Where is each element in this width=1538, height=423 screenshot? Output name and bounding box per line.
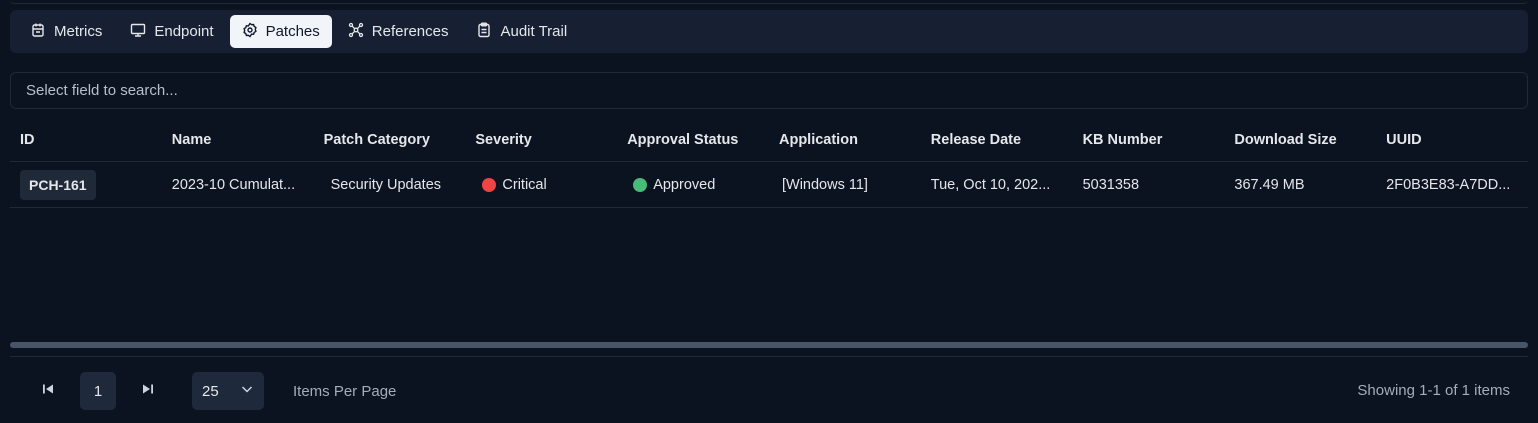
application-label: [Windows 11] <box>781 176 868 193</box>
chevron-down-icon <box>240 382 254 400</box>
column-header-patch-category[interactable]: Patch Category <box>314 132 466 148</box>
clipboard-calendar-icon <box>30 22 46 42</box>
cell-release-date: Tue, Oct 10, 202... <box>921 177 1073 193</box>
tab-metrics[interactable]: Metrics <box>18 15 114 48</box>
page-number-button[interactable]: 1 <box>80 372 116 410</box>
tab-references[interactable]: References <box>336 15 461 48</box>
showing-count: Showing 1-1 of 1 items <box>1357 382 1510 399</box>
cell-kb-number: 5031358 <box>1073 177 1225 193</box>
clipboard-list-icon <box>476 22 492 42</box>
badge-gear-icon <box>242 21 258 42</box>
column-header-uuid[interactable]: UUID <box>1376 132 1528 148</box>
items-per-page-label: Items Per Page <box>293 382 397 400</box>
last-page-button[interactable] <box>130 372 166 410</box>
items-per-page-select[interactable]: 25 <box>192 372 264 410</box>
cell-approval-status: Approved <box>617 177 769 193</box>
uuid: 2F0B3E83-A7DD... <box>1386 176 1511 193</box>
column-header-id[interactable]: ID <box>10 132 162 148</box>
monitor-icon <box>130 22 146 42</box>
kb-number: 5031358 <box>1082 176 1140 193</box>
column-header-release-date[interactable]: Release Date <box>921 132 1073 148</box>
top-border <box>10 0 1528 4</box>
approval-dot-icon <box>633 177 648 192</box>
search-input[interactable] <box>10 72 1528 109</box>
tab-endpoint[interactable]: Endpoint <box>118 15 225 48</box>
cell-download-size: 367.49 MB <box>1224 177 1376 193</box>
tab-label: Patches <box>265 23 320 40</box>
id-chip[interactable]: PCH-161 <box>20 169 96 200</box>
footer-divider <box>10 356 1528 357</box>
tab-label: Audit Trail <box>500 23 568 40</box>
column-header-kb-number[interactable]: KB Number <box>1073 132 1225 148</box>
patches-table: ID Name Patch Category Severity Approval… <box>10 118 1528 208</box>
column-header-application[interactable]: Application <box>769 132 921 148</box>
table-row[interactable]: PCH-161 2023-10 Cumulat... Security Upda… <box>10 162 1528 208</box>
cell-id: PCH-161 <box>10 169 162 200</box>
first-page-button[interactable] <box>30 372 66 410</box>
cell-application: [Windows 11] <box>769 177 921 193</box>
column-header-approval-status[interactable]: Approval Status <box>617 132 769 148</box>
tab-label: Endpoint <box>154 23 214 40</box>
column-header-severity[interactable]: Severity <box>465 132 617 148</box>
column-header-download-size[interactable]: Download Size <box>1224 132 1376 148</box>
cell-severity: Critical <box>465 177 617 193</box>
tab-label: References <box>371 23 449 40</box>
items-per-page-value: 25 <box>202 382 219 400</box>
tab-audit-trail[interactable]: Audit Trail <box>464 15 579 48</box>
horizontal-scrollbar[interactable] <box>10 342 1528 348</box>
severity-dot-icon <box>482 177 497 192</box>
skip-last-icon <box>141 382 155 401</box>
download-size: 367.49 MB <box>1234 176 1305 193</box>
tab-patches[interactable]: Patches <box>229 15 332 48</box>
patch-name: 2023-10 Cumulat... <box>171 176 296 193</box>
tab-label: Metrics <box>54 23 103 40</box>
table-header: ID Name Patch Category Severity Approval… <box>10 118 1528 162</box>
column-header-name[interactable]: Name <box>162 132 314 148</box>
network-nodes-icon <box>348 22 364 42</box>
tab-bar: Metrics Endpoint Patches References Audi… <box>10 10 1528 53</box>
cell-patch-category: Security Updates <box>314 177 466 193</box>
skip-first-icon <box>41 382 55 401</box>
pagination: 1 25 Items Per Page <box>30 372 396 410</box>
patch-category: Security Updates <box>330 176 442 193</box>
cell-uuid: 2F0B3E83-A7DD... <box>1376 177 1528 193</box>
cell-name: 2023-10 Cumulat... <box>162 177 314 193</box>
approval-label: Approved <box>653 176 716 193</box>
severity-label: Critical <box>502 176 547 193</box>
release-date: Tue, Oct 10, 202... <box>930 176 1051 193</box>
